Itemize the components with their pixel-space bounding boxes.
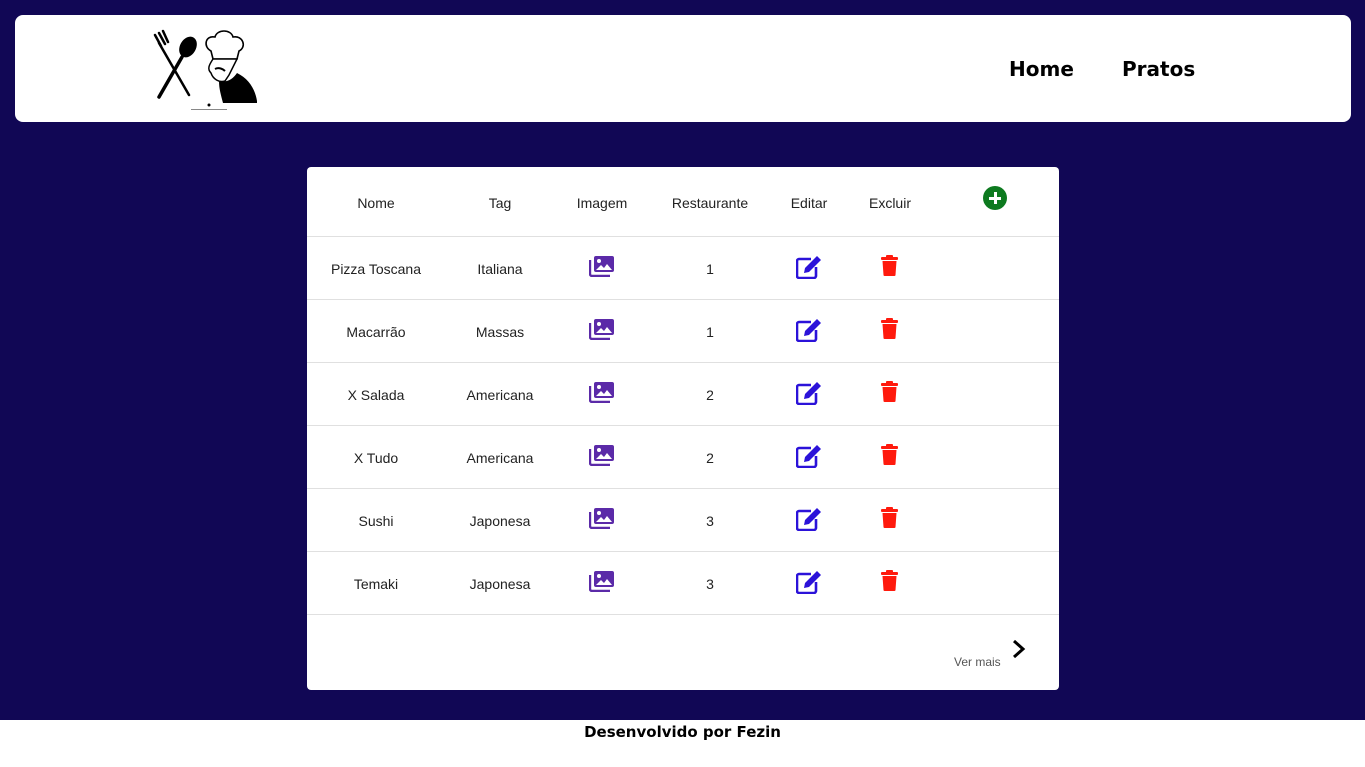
see-more-link[interactable]: Ver mais (954, 655, 1001, 669)
edit-icon[interactable] (796, 318, 822, 342)
trash-icon[interactable] (881, 507, 898, 528)
images-icon[interactable] (589, 381, 615, 403)
chevron-right-icon[interactable] (1011, 638, 1027, 660)
cell-restaurante: 3 (706, 576, 714, 592)
cell-tag: Americana (466, 387, 534, 403)
cell-restaurante: 2 (706, 387, 714, 403)
nav-pratos-link[interactable]: Pratos (1122, 57, 1195, 81)
trash-icon[interactable] (881, 318, 898, 339)
column-header-excluir: Excluir (868, 195, 911, 211)
edit-icon[interactable] (796, 507, 822, 531)
table-row: Sushi Japonesa 3 (307, 489, 1059, 552)
cell-nome: X Salada (347, 387, 405, 403)
cell-restaurante: 1 (706, 324, 714, 340)
edit-icon[interactable] (796, 255, 822, 279)
trash-icon[interactable] (881, 444, 898, 465)
cell-nome: Pizza Toscana (330, 261, 421, 277)
cell-nome: Sushi (358, 513, 394, 529)
images-icon[interactable] (589, 570, 615, 592)
cell-nome: Macarrão (346, 324, 406, 340)
table-row: Macarrão Massas 1 (307, 300, 1059, 363)
trash-icon[interactable] (881, 381, 898, 402)
column-header-nome: Nome (357, 195, 395, 211)
edit-icon[interactable] (796, 444, 822, 468)
cell-nome: Temaki (353, 576, 399, 592)
nav-home-link[interactable]: Home (1009, 57, 1074, 81)
cell-tag: Italiana (477, 261, 523, 277)
column-header-tag: Tag (488, 195, 512, 211)
table-row: Pizza Toscana Italiana 1 (307, 237, 1059, 300)
table-row: X Salada Americana 2 (307, 363, 1059, 426)
cell-restaurante: 2 (706, 450, 714, 466)
column-header-imagem: Imagem (576, 195, 628, 211)
edit-icon[interactable] (796, 570, 822, 594)
column-header-editar: Editar (790, 195, 828, 211)
trash-icon[interactable] (881, 570, 898, 591)
cell-restaurante: 1 (706, 261, 714, 277)
images-icon[interactable] (589, 318, 615, 340)
images-icon[interactable] (589, 444, 615, 466)
chef-logo-icon (153, 29, 257, 110)
top-header: Home Pratos (15, 15, 1351, 122)
images-icon[interactable] (589, 255, 615, 277)
trash-icon[interactable] (881, 255, 898, 276)
cell-restaurante: 3 (706, 513, 714, 529)
cell-tag: Japonesa (469, 576, 531, 592)
edit-icon[interactable] (796, 381, 822, 405)
cell-tag: Americana (466, 450, 534, 466)
cell-tag: Massas (475, 324, 525, 340)
column-header-restaurante: Restaurante (671, 195, 749, 211)
add-dish-button[interactable] (983, 186, 1007, 210)
cell-tag: Japonesa (469, 513, 531, 529)
images-icon[interactable] (589, 507, 615, 529)
footer-credit: Desenvolvido por Fezin (584, 723, 781, 741)
table-row: Temaki Japonesa 3 (307, 552, 1059, 615)
cell-nome: X Tudo (353, 450, 399, 466)
table-header: Nome Tag Imagem Restaurante Editar Exclu… (307, 167, 1059, 237)
dishes-table-card: Nome Tag Imagem Restaurante Editar Exclu… (307, 167, 1059, 690)
table-row: X Tudo Americana 2 (307, 426, 1059, 489)
